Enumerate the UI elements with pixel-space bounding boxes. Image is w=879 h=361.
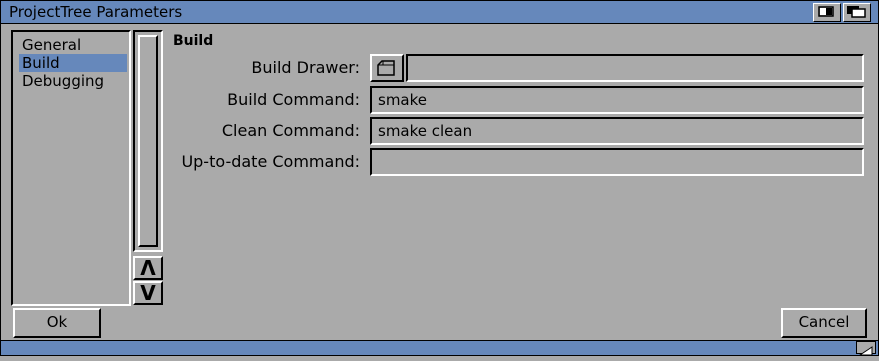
resize-icon [858,346,873,356]
zoom-icon [818,6,834,17]
uptodate-command-label: Up-to-date Command: [181,152,360,171]
scrollbar-knob[interactable] [138,35,158,247]
list-item-build[interactable]: Build [19,54,127,72]
list-scrollbar[interactable] [133,30,163,252]
clean-command-field[interactable] [370,117,864,145]
parameters-window: ProjectTree Parameters General Build Deb… [0,0,879,356]
drawer-icon [377,60,395,76]
list-item-general[interactable]: General [19,36,127,54]
page-list[interactable]: General Build Debugging [11,30,131,306]
depth-gadget[interactable] [843,3,871,22]
clean-command-label: Clean Command: [221,121,360,140]
build-drawer-field[interactable] [406,54,864,82]
ok-button[interactable]: Ok [13,308,101,338]
uptodate-command-field[interactable] [370,148,864,176]
cancel-button[interactable]: Cancel [781,308,867,338]
scroll-up-button[interactable]: Λ [133,256,163,280]
drawer-popup-button[interactable] [370,54,404,82]
zoom-gadget[interactable] [813,3,841,22]
section-title: Build [173,33,214,49]
size-gadget[interactable] [856,341,876,356]
depth-icon [847,6,866,18]
build-command-label: Build Command: [227,90,360,109]
build-command-field[interactable] [370,86,864,114]
window-title: ProjectTree Parameters [9,3,183,21]
scroll-down-button[interactable]: V [133,281,163,305]
build-drawer-label: Build Drawer: [251,58,360,77]
list-item-debugging[interactable]: Debugging [19,72,127,90]
bottom-border [1,340,878,356]
title-bar[interactable]: ProjectTree Parameters [1,1,878,24]
